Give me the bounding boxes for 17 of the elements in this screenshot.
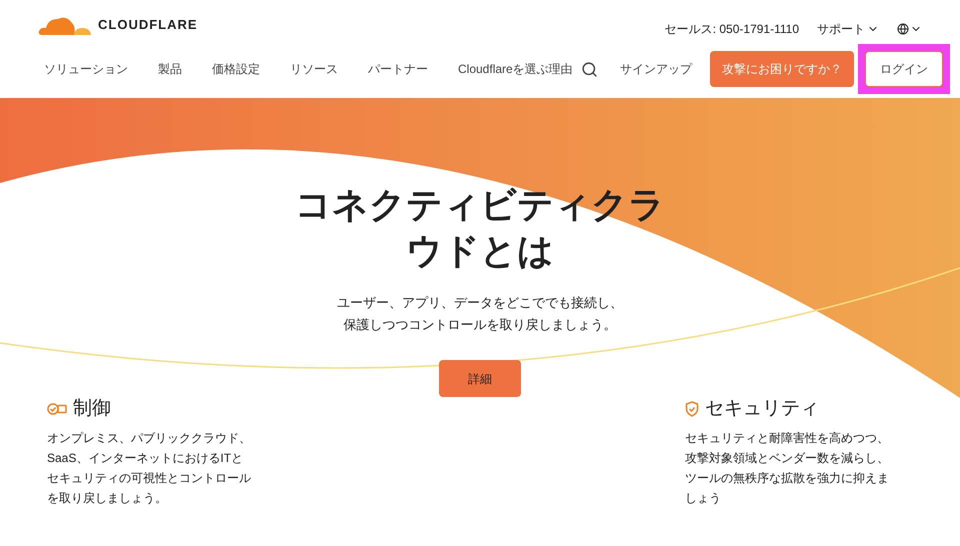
- nav-link[interactable]: パートナー: [368, 60, 428, 78]
- feature-title: セキュリティ: [705, 397, 819, 421]
- nav-link[interactable]: ソリューション: [44, 60, 128, 78]
- nav-link[interactable]: 製品: [158, 60, 182, 78]
- nav-link[interactable]: Cloudflareを選ぶ理由: [458, 60, 573, 78]
- login-button[interactable]: ログイン: [865, 51, 943, 87]
- feature-description: オンプレミス、パブリッククラウド、SaaS、インターネットにおけるITとセキュリティの可視性とコントロールを取り戻しましょう。: [47, 430, 252, 506]
- sales-phone: セールス: 050-1791-1110: [664, 21, 799, 38]
- nav-link[interactable]: 価格設定: [212, 60, 260, 78]
- support-menu[interactable]: サポート: [817, 20, 879, 38]
- signup-link[interactable]: サインアップ: [620, 60, 692, 78]
- feature-description: セキュリティと耐障害性を高めつつ、攻撃対象領域とベンダー数を減らし、ツールの無秩序な拡散を強力に抑えましょう: [685, 430, 890, 506]
- feature-title: 制御: [73, 397, 111, 421]
- details-button[interactable]: 詳細: [439, 360, 521, 397]
- nav-link[interactable]: リソース: [290, 60, 338, 78]
- hero-subtitle: ユーザー、アプリ、データをどこででも接続し、保護しつつコントロールを取り戻しましょう。: [336, 294, 624, 334]
- brand-name: CLOUDFLARE: [98, 16, 198, 34]
